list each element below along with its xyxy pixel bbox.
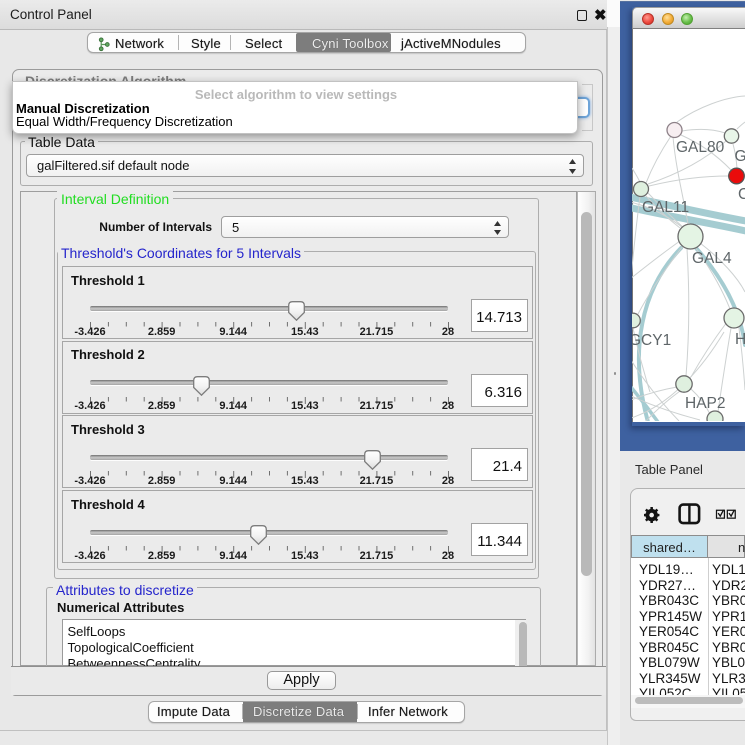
svg-text:GAL11: GAL11: [642, 199, 689, 216]
svg-text:GAL7: GAL7: [735, 148, 745, 165]
svg-text:GAL4: GAL4: [692, 250, 732, 267]
svg-text:HIS: HIS: [735, 331, 745, 348]
svg-text:GCY1: GCY1: [632, 332, 671, 349]
svg-text:HAP2: HAP2: [685, 395, 726, 412]
svg-text:CYC: CYC: [738, 186, 745, 203]
svg-text:GAL80: GAL80: [676, 139, 725, 156]
